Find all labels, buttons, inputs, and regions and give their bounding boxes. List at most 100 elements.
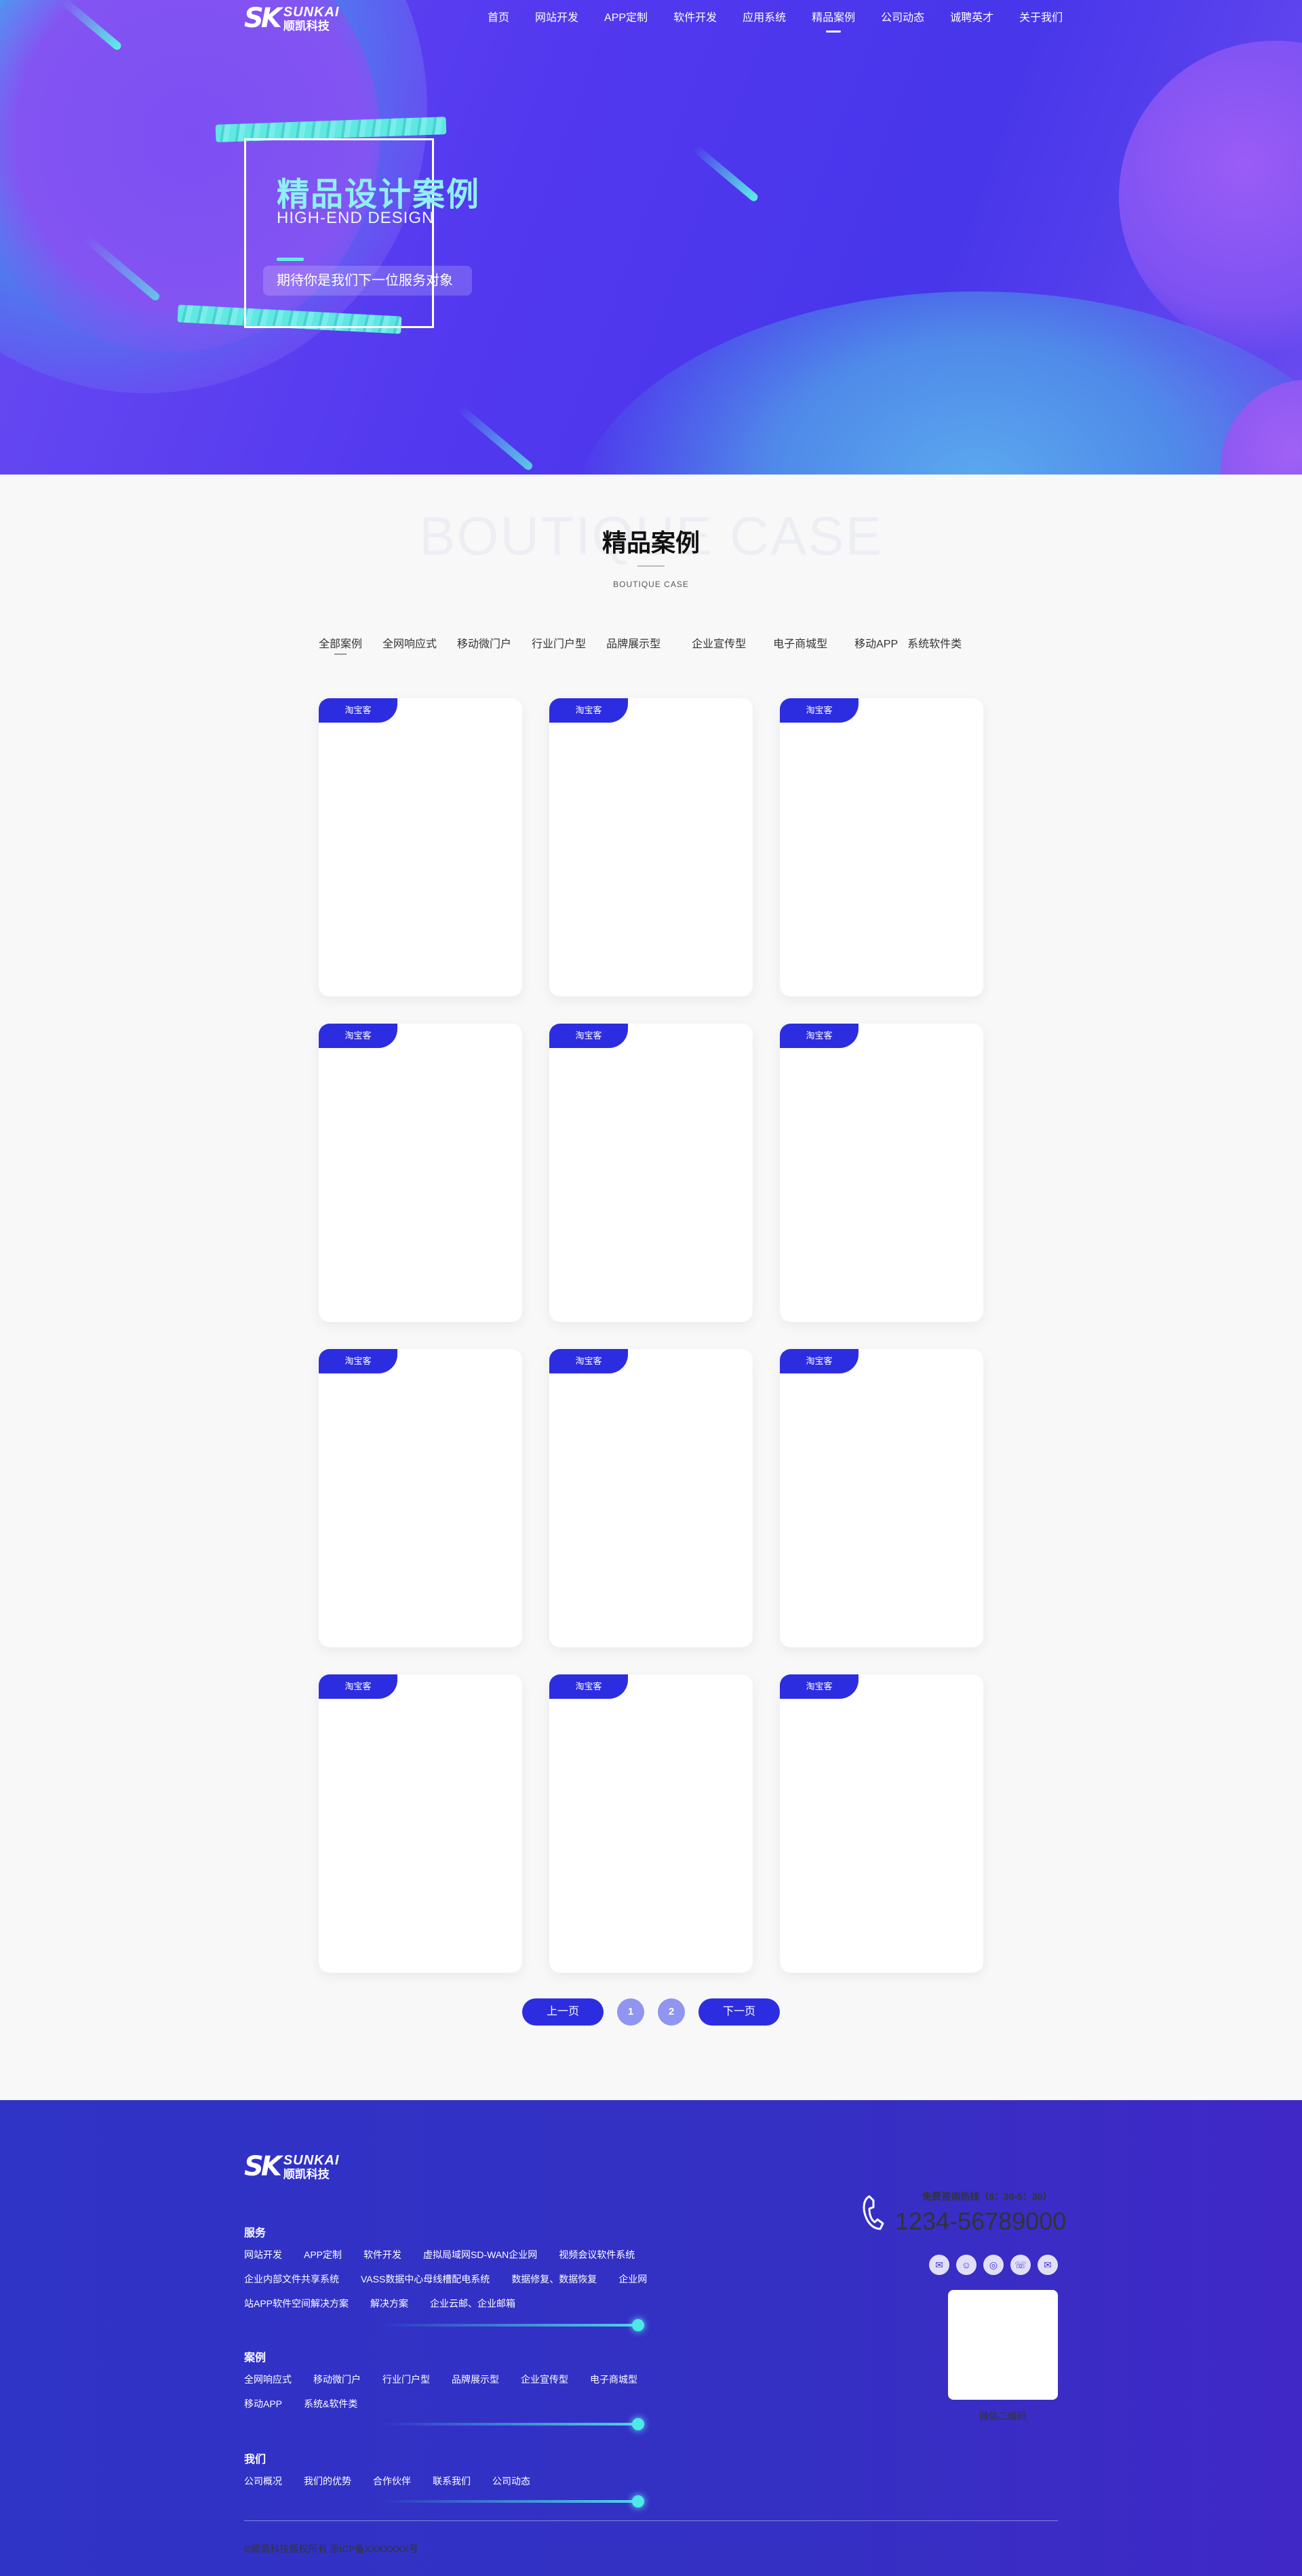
nav-item-app[interactable]: APP定制	[591, 11, 660, 33]
footer-link[interactable]: 我们的优势	[304, 2474, 351, 2488]
filter-tab-corporate[interactable]: 企业宣传型	[692, 635, 746, 655]
footer-services-row: 站APP软件空间解决方案 解决方案 企业云邮、企业邮箱	[244, 2297, 537, 2310]
filter-tab-brand[interactable]: 品牌展示型	[606, 635, 660, 655]
footer-link[interactable]: 公司概况	[244, 2474, 282, 2488]
case-tag: 淘宝客	[319, 698, 397, 723]
case-card[interactable]: 淘宝客	[319, 1349, 522, 1647]
case-tag: 淘宝客	[780, 1349, 859, 1373]
hotline-number[interactable]: 1234-56789000	[895, 2207, 1066, 2236]
nav-item-systems[interactable]: 应用系统	[730, 11, 799, 33]
weibo-icon[interactable]: ◎	[983, 2255, 1004, 2275]
filter-tab-mobile-portal[interactable]: 移动微门户	[457, 635, 511, 655]
filter-tab-mobile-app[interactable]: 移动APP	[854, 635, 898, 655]
phone-icon	[863, 2195, 884, 2230]
page-2-button[interactable]: 2	[658, 1998, 685, 2026]
case-card[interactable]: 淘宝客	[780, 1024, 983, 1322]
next-page-button[interactable]: 下一页	[698, 1998, 780, 2026]
prev-page-button[interactable]: 上一页	[522, 1998, 604, 2026]
footer-link[interactable]: 系统&软件类	[304, 2397, 357, 2411]
nav-item-cases[interactable]: 精品案例	[799, 11, 868, 33]
case-tag: 淘宝客	[319, 1674, 397, 1699]
footer-link[interactable]: 企业内部文件共享系统	[244, 2272, 339, 2286]
footer-link[interactable]: 移动微门户	[313, 2373, 361, 2386]
nav-item-web-dev[interactable]: 网站开发	[522, 11, 591, 33]
filter-tab-responsive[interactable]: 全网响应式	[382, 635, 437, 655]
decorative-glow-bar	[380, 2423, 637, 2426]
logo-text-cn: 顺凯科技	[283, 2167, 330, 2181]
nav-item-news[interactable]: 公司动态	[868, 11, 937, 33]
case-card[interactable]: 淘宝客	[780, 1674, 983, 1973]
top-navigation: SK SUNKAI 顺凯科技 首页 网站开发 APP定制 软件开发 应用系统 精…	[0, 0, 1302, 41]
footer-link[interactable]: 企业宣传型	[521, 2373, 568, 2386]
decorative-glow-dot	[632, 2418, 644, 2430]
section-divider	[637, 565, 665, 567]
nav-item-software[interactable]: 软件开发	[660, 11, 730, 33]
footer-link[interactable]: 网站开发	[244, 2248, 282, 2261]
case-card[interactable]: 淘宝客	[549, 698, 753, 997]
hero-banner: SK SUNKAI 顺凯科技 首页 网站开发 APP定制 软件开发 应用系统 精…	[0, 0, 1302, 475]
case-tag: 淘宝客	[549, 1349, 628, 1373]
hero-divider	[277, 258, 304, 261]
decorative-glow-dot	[632, 2495, 644, 2508]
footer-link[interactable]: 全网响应式	[244, 2373, 292, 2386]
case-card[interactable]: 淘宝客	[319, 1024, 522, 1322]
hero-subtitle: HIGH-END DESIGN	[277, 209, 435, 227]
case-tag: 淘宝客	[780, 1674, 859, 1699]
footer-about-heading: 我们	[244, 2454, 267, 2466]
mail-icon[interactable]: ✉	[1038, 2255, 1058, 2275]
case-tag: 淘宝客	[780, 698, 859, 723]
hero-tagline: 期待你是我们下一位服务对象	[263, 266, 472, 296]
case-card[interactable]: 淘宝客	[549, 1674, 753, 1973]
decorative-glow-bar	[380, 2500, 637, 2503]
footer-link[interactable]: 数据修复、数据恢复	[511, 2272, 597, 2286]
footer-cases-heading: 案例	[244, 2352, 267, 2364]
case-card[interactable]: 淘宝客	[549, 1024, 753, 1322]
case-card[interactable]: 淘宝客	[780, 698, 983, 997]
footer-link[interactable]: APP定制	[304, 2248, 342, 2261]
filter-tab-industry-portal[interactable]: 行业门户型	[532, 635, 586, 655]
footer-logo[interactable]: SK SUNKAI 顺凯科技	[244, 2151, 339, 2182]
case-card[interactable]: 淘宝客	[319, 698, 522, 997]
section-subtitle: BOUTIQUE CASE	[613, 580, 689, 589]
footer-link[interactable]: 站APP软件空间解决方案	[244, 2297, 349, 2310]
section-title: 精品案例	[601, 529, 700, 557]
footer-link[interactable]: 行业门户型	[382, 2373, 430, 2386]
footer-link[interactable]: 解决方案	[370, 2297, 408, 2310]
footer-link[interactable]: 联系我们	[433, 2474, 471, 2488]
wechat-icon[interactable]: ☺	[956, 2255, 976, 2275]
filter-tab-ecommerce[interactable]: 电子商城型	[773, 635, 827, 655]
phone-icon[interactable]: ☏	[1010, 2255, 1031, 2275]
case-card[interactable]: 淘宝客	[319, 1674, 522, 1973]
footer-link[interactable]: 公司动态	[492, 2474, 530, 2488]
case-filter-tabs: 全部案例 全网响应式 移动微门户 行业门户型 品牌展示型 企业宣传型 电子商城型…	[319, 635, 982, 655]
nav-item-home[interactable]: 首页	[475, 11, 522, 33]
footer-link[interactable]: 企业云邮、企业邮箱	[430, 2297, 515, 2310]
footer-link[interactable]: 视频会议软件系统	[559, 2248, 635, 2261]
footer-link[interactable]: 合作伙伴	[373, 2474, 411, 2488]
logo[interactable]: SK SUNKAI 顺凯科技	[244, 3, 339, 34]
page-1-button[interactable]: 1	[617, 1998, 644, 2026]
filter-tab-software[interactable]: 系统软件类	[907, 635, 962, 655]
footer-link[interactable]: 电子商城型	[590, 2373, 637, 2386]
case-card[interactable]: 淘宝客	[780, 1349, 983, 1647]
footer-link[interactable]: 移动APP	[244, 2397, 282, 2411]
nav-item-about[interactable]: 关于我们	[1006, 11, 1076, 33]
decorative-glow-bar	[380, 2324, 637, 2327]
qq-icon[interactable]: ✉	[929, 2255, 949, 2275]
footer-divider	[244, 2520, 1058, 2521]
footer-link[interactable]: 品牌展示型	[452, 2373, 499, 2386]
footer-services-row: 企业内部文件共享系统 VASS数据中心母线槽配电系统 数据修复、数据恢复 企业网	[244, 2272, 669, 2286]
footer-link[interactable]: 软件开发	[363, 2248, 401, 2261]
footer-link[interactable]: VASS数据中心母线槽配电系统	[361, 2272, 490, 2286]
wechat-qr-code	[948, 2290, 1058, 2400]
case-card[interactable]: 淘宝客	[549, 1349, 753, 1647]
footer-cases-row: 移动APP 系统&软件类	[244, 2397, 379, 2411]
filter-tab-all[interactable]: 全部案例	[319, 635, 362, 655]
case-tag: 淘宝客	[319, 1024, 397, 1048]
footer-services-heading: 服务	[244, 2228, 267, 2239]
footer-link[interactable]: 虚拟局域网SD-WAN企业网	[423, 2248, 537, 2261]
nav-item-careers[interactable]: 诚聘英才	[937, 11, 1006, 33]
decorative-streak	[692, 144, 760, 203]
logo-text-en: SUNKAI	[283, 2152, 340, 2168]
footer-link[interactable]: 企业网	[618, 2272, 647, 2286]
